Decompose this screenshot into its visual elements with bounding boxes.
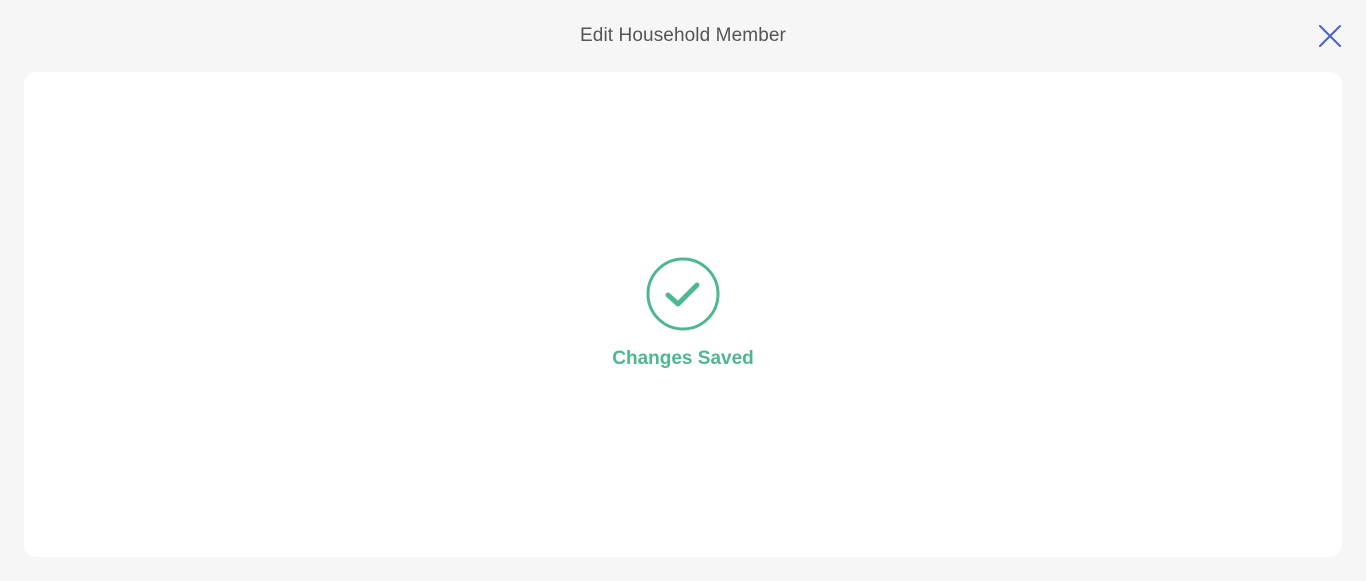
success-message: Changes Saved bbox=[612, 348, 754, 369]
close-button[interactable] bbox=[1314, 20, 1346, 52]
dialog-title: Edit Household Member bbox=[580, 25, 786, 46]
edit-household-member-dialog: Edit Household Member Changes Saved bbox=[0, 0, 1366, 581]
check-circle-icon bbox=[646, 257, 720, 331]
dialog-header: Edit Household Member bbox=[0, 0, 1366, 72]
dialog-body: Changes Saved bbox=[24, 72, 1342, 557]
close-icon bbox=[1319, 25, 1341, 47]
